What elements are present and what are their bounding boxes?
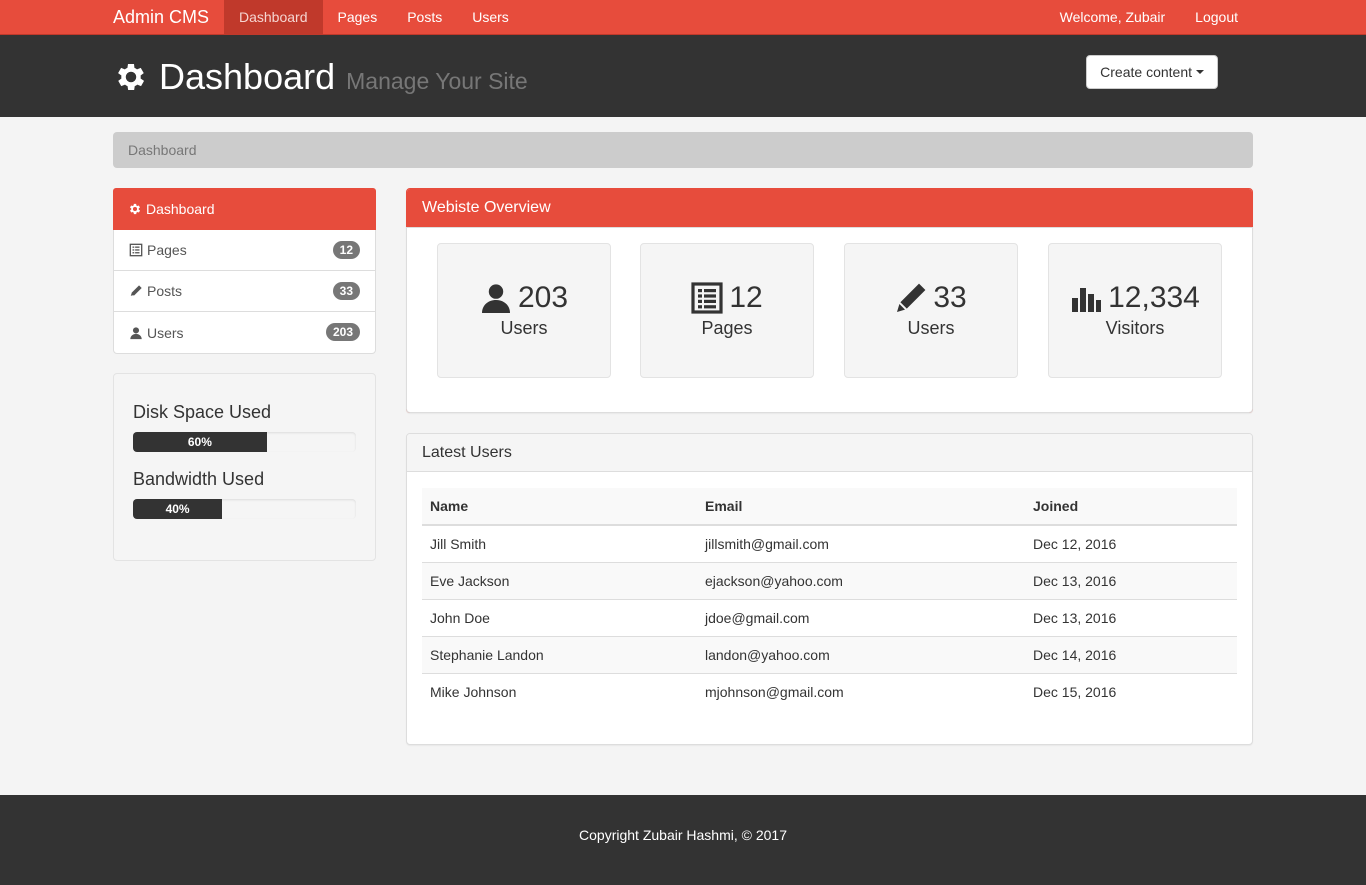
brand-link[interactable]: Admin CMS bbox=[113, 0, 209, 34]
stat-label: Users bbox=[500, 318, 548, 338]
breadcrumb-item: Dashboard bbox=[128, 142, 197, 158]
latest-users-heading: Latest Users bbox=[407, 434, 1252, 472]
stat-value: 12,334 bbox=[1108, 281, 1200, 314]
user-email-cell: ejackson@yahoo.com bbox=[697, 561, 1025, 599]
nav-link-posts[interactable]: Posts bbox=[392, 0, 457, 34]
nav-links: Dashboard Pages Posts Users bbox=[224, 0, 524, 34]
create-content-label: Create content bbox=[1100, 64, 1192, 80]
table-row: Mike Johnson mjohnson@gmail.com Dec 15, … bbox=[422, 672, 1237, 710]
sidebar-item-dashboard[interactable]: Dashboard bbox=[113, 188, 376, 230]
user-name-cell: Jill Smith bbox=[422, 524, 697, 562]
gear-icon bbox=[118, 63, 145, 91]
user-email-cell: mjohnson@gmail.com bbox=[697, 672, 1025, 710]
list-icon bbox=[691, 282, 723, 314]
users-count-badge: 203 bbox=[325, 323, 360, 341]
welcome-link[interactable]: Welcome, Zubair bbox=[1045, 0, 1181, 34]
table-row: Stephanie Landon landon@yahoo.com Dec 14… bbox=[422, 635, 1237, 673]
posts-count-badge: 33 bbox=[332, 282, 360, 300]
page-header: Dashboard Manage Your Site Create conten… bbox=[0, 35, 1366, 117]
sidebar-item-posts[interactable]: Posts 33 bbox=[114, 271, 375, 312]
breadcrumb: Dashboard bbox=[113, 132, 1253, 168]
user-email-cell: jdoe@gmail.com bbox=[697, 598, 1025, 636]
list-icon bbox=[129, 243, 143, 257]
table-row: Eve Jackson ejackson@yahoo.com Dec 13, 2… bbox=[422, 561, 1237, 599]
user-email-cell: jillsmith@gmail.com bbox=[697, 524, 1025, 562]
user-name-cell: Mike Johnson bbox=[422, 672, 697, 710]
user-name-cell: John Doe bbox=[422, 598, 697, 636]
bandwidth-title: Bandwidth Used bbox=[133, 469, 265, 489]
top-navbar: Admin CMS Dashboard Pages Posts Users We… bbox=[0, 0, 1366, 35]
stat-card-users: 203 Users bbox=[437, 243, 611, 378]
footer: Copyright Zubair Hashmi, © 2017 bbox=[0, 795, 1366, 885]
nav-link-users[interactable]: Users bbox=[457, 0, 524, 34]
disk-space-progress-bar: 60% bbox=[133, 432, 267, 452]
create-content-button[interactable]: Create content bbox=[1086, 55, 1218, 89]
user-icon bbox=[130, 326, 142, 339]
sidebar-item-pages[interactable]: Pages 12 bbox=[114, 230, 375, 271]
stat-value: 203 bbox=[517, 281, 569, 314]
copyright-text: Copyright Zubair Hashmi, © 2017 bbox=[579, 827, 787, 843]
user-joined-cell: Dec 13, 2016 bbox=[1025, 561, 1237, 599]
user-name-cell: Stephanie Landon bbox=[422, 635, 697, 673]
user-name-cell: Eve Jackson bbox=[422, 561, 697, 599]
usage-well: Disk Space Used 60% Bandwidth Used 40% bbox=[113, 373, 376, 561]
column-header-name: Name bbox=[422, 488, 697, 526]
pages-count-badge: 12 bbox=[332, 241, 360, 259]
user-icon bbox=[481, 284, 510, 313]
stat-value: 12 bbox=[729, 281, 763, 314]
logout-link[interactable]: Logout bbox=[1180, 0, 1253, 34]
user-joined-cell: Dec 13, 2016 bbox=[1025, 598, 1237, 636]
sidebar-item-label: Dashboard bbox=[146, 200, 215, 217]
user-joined-cell: Dec 15, 2016 bbox=[1025, 672, 1237, 710]
overview-panel-body: 203 Users 12 Pages 33 Users 12,334 Visit… bbox=[406, 227, 1253, 413]
bandwidth-progress: 40% bbox=[133, 499, 356, 519]
stat-value: 33 bbox=[933, 281, 967, 314]
pencil-icon bbox=[130, 285, 142, 296]
stat-card-pages: 12 Pages bbox=[640, 243, 814, 378]
sidebar-item-users[interactable]: Users 203 bbox=[114, 312, 375, 353]
users-table: Name Email Joined Jill Smith jillsmith@g… bbox=[422, 488, 1237, 710]
disk-space-progress: 60% bbox=[133, 432, 356, 452]
user-joined-cell: Dec 12, 2016 bbox=[1025, 524, 1237, 562]
latest-users-panel: Latest Users Name Email Joined Jill Smit… bbox=[406, 433, 1253, 745]
page-title: Dashboard Manage Your Site bbox=[113, 56, 528, 98]
sidebar-item-label: Users bbox=[147, 324, 184, 341]
column-header-email: Email bbox=[697, 488, 1025, 526]
table-row: John Doe jdoe@gmail.com Dec 13, 2016 bbox=[422, 598, 1237, 636]
stat-label: Visitors bbox=[1105, 318, 1165, 338]
user-joined-cell: Dec 14, 2016 bbox=[1025, 635, 1237, 673]
sidebar-item-label: Posts bbox=[147, 283, 183, 299]
page-subtitle: Manage Your Site bbox=[346, 68, 528, 94]
page-title-text: Dashboard bbox=[159, 56, 336, 97]
bandwidth-progress-bar: 40% bbox=[133, 499, 223, 519]
caret-down-icon bbox=[1196, 70, 1204, 74]
nav-link-pages[interactable]: Pages bbox=[323, 0, 393, 34]
bar-chart-icon bbox=[1072, 288, 1102, 312]
stat-label: Users bbox=[907, 318, 955, 338]
disk-space-title: Disk Space Used bbox=[133, 402, 272, 422]
pencil-icon bbox=[897, 283, 926, 312]
column-header-joined: Joined bbox=[1025, 488, 1237, 526]
stat-card-posts: 33 Users bbox=[844, 243, 1018, 378]
stat-label: Pages bbox=[701, 318, 753, 338]
overview-panel-heading: Webiste Overview bbox=[407, 189, 1252, 227]
stat-card-visitors: 12,334 Visitors bbox=[1048, 243, 1222, 378]
sidebar-item-label: Pages bbox=[147, 242, 187, 258]
nav-link-dashboard[interactable]: Dashboard bbox=[224, 0, 323, 34]
nav-right: Welcome, Zubair Logout bbox=[1045, 0, 1253, 34]
website-overview-panel: Webiste Overview 203 Users 12 Pages 33 U… bbox=[406, 188, 1253, 413]
table-header-row: Name Email Joined bbox=[422, 488, 1237, 526]
sidebar-menu: Dashboard Pages 12 Posts 33 Users 203 bbox=[113, 188, 376, 354]
gear-icon bbox=[129, 203, 141, 214]
user-email-cell: landon@yahoo.com bbox=[697, 635, 1025, 673]
table-row: Jill Smith jillsmith@gmail.com Dec 12, 2… bbox=[422, 524, 1237, 562]
